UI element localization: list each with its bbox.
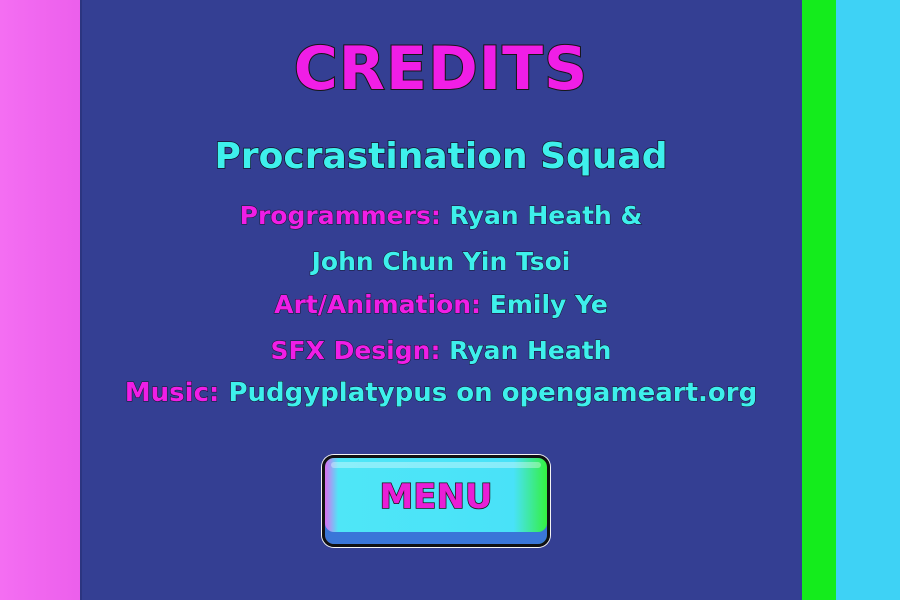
- credit-line-programmers: Programmers: Ryan Heath &: [80, 201, 802, 231]
- team-name: Procrastination Squad: [214, 135, 669, 178]
- credit-role: Music:: [124, 378, 220, 409]
- credit-role: SFX Design:: [270, 336, 441, 366]
- credit-name: John Chun Yin Tsoi: [311, 247, 571, 277]
- credit-line-sfx: SFX Design: Ryan Heath: [80, 336, 802, 366]
- left-color-strip: [0, 0, 80, 600]
- credit-role: Programmers:: [239, 201, 441, 231]
- credits-title: CREDITS: [293, 33, 589, 105]
- credit-line-programmers-cont: John Chun Yin Tsoi: [80, 247, 802, 277]
- credit-name: Ryan Heath &: [449, 201, 643, 231]
- credit-name: Emily Ye: [489, 290, 608, 320]
- right-cyan-strip: [836, 0, 900, 600]
- credit-role: Art/Animation:: [274, 290, 482, 320]
- right-green-strip: [802, 0, 836, 600]
- credit-line-music: Music: Pudgyplatypus on opengameart.org: [80, 378, 802, 409]
- credit-line-art: Art/Animation: Emily Ye: [80, 290, 802, 320]
- menu-button-label: MENU: [379, 476, 494, 518]
- credit-name: Pudgyplatypus on opengameart.org: [228, 378, 758, 409]
- credit-name: Ryan Heath: [449, 336, 612, 366]
- menu-button[interactable]: MENU: [322, 455, 550, 547]
